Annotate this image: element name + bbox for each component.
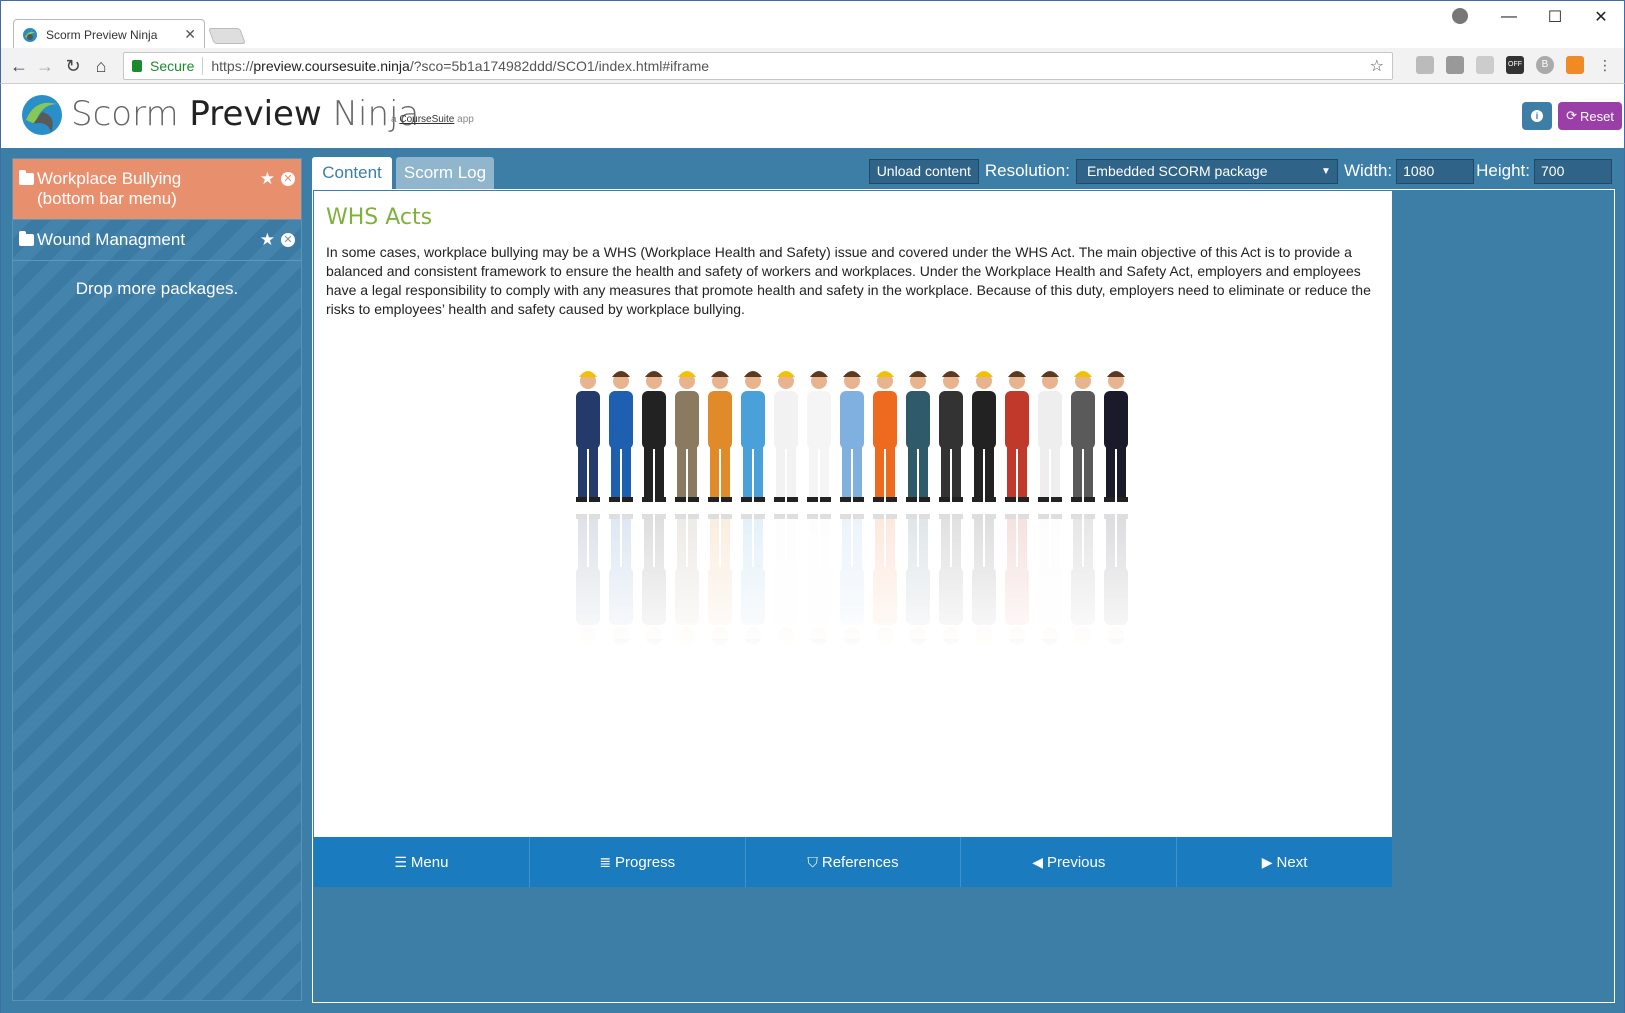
close-tab-icon[interactable]: ✕ xyxy=(184,26,196,43)
resolution-value: Embedded SCORM package xyxy=(1086,163,1268,179)
new-tab-button[interactable] xyxy=(208,28,246,44)
references-button[interactable]: ⛉ References xyxy=(746,837,962,887)
app-header: Scorm Preview Ninja a CourseSuite app i … xyxy=(0,84,1625,148)
next-button[interactable]: ▶ Next xyxy=(1177,837,1392,887)
previous-label: Previous xyxy=(1047,853,1106,871)
url-host: preview.coursesuite.ninja xyxy=(253,58,410,74)
package-item-wound-managment[interactable]: Wound Managment ★ ✕ xyxy=(13,220,301,261)
sub-suffix: app xyxy=(457,114,474,125)
brand-preview: Preview xyxy=(189,94,322,134)
tags-icon: ⛉ xyxy=(807,853,818,870)
ninja-logo-icon xyxy=(23,27,37,42)
minimize-icon[interactable]: — xyxy=(1486,8,1532,26)
url-prefix: https:// xyxy=(211,58,254,74)
lesson-title: WHS Acts xyxy=(326,205,433,230)
lock-icon xyxy=(132,60,142,72)
resolution-select[interactable]: Embedded SCORM package ▼ xyxy=(1075,158,1338,184)
account-icon[interactable] xyxy=(1452,8,1468,24)
dropdown-arrow-icon: ▼ xyxy=(1321,165,1331,177)
package-label: Workplace Bullying (bottom bar menu) xyxy=(37,169,182,208)
unload-content-button[interactable]: Unload content xyxy=(868,158,979,184)
app-logo-icon xyxy=(22,95,62,135)
app-title: Scorm Preview Ninja xyxy=(71,94,419,134)
back-icon[interactable]: ← xyxy=(7,54,31,78)
menu-button[interactable]: ☰ Menu xyxy=(314,837,530,887)
remove-icon[interactable]: ✕ xyxy=(281,233,295,247)
home-icon[interactable]: ⌂ xyxy=(89,54,113,78)
forward-icon[interactable]: → xyxy=(33,54,57,78)
workers-group-image xyxy=(564,371,1144,663)
menu-kebab-icon[interactable]: ⋮ xyxy=(1596,56,1614,74)
progress-label: Progress xyxy=(615,853,676,871)
bookmark-star-icon[interactable]: ☆ xyxy=(1370,56,1384,76)
off-extension-icon[interactable]: OFF xyxy=(1506,56,1524,74)
maximize-icon[interactable]: ☐ xyxy=(1532,7,1578,27)
workspace: Workplace Bullying (bottom bar menu) ★ ✕… xyxy=(0,148,1625,1013)
sub-prefix: a xyxy=(391,114,397,125)
close-window-icon[interactable]: ✕ xyxy=(1578,7,1624,27)
secure-label: Secure xyxy=(150,58,195,74)
resolution-controls: Unload content Resolution: Embedded SCOR… xyxy=(868,157,1612,185)
list-icon: ☰ xyxy=(394,853,407,870)
browser-toolbar: ← → ↻ ⌂ Secure https://preview.coursesui… xyxy=(0,48,1625,84)
package-label: Wound Managment xyxy=(37,230,186,249)
arrow-circle-left-icon: ◀ xyxy=(1032,853,1043,870)
reload-icon[interactable]: ↻ xyxy=(61,54,85,78)
width-label: Width: xyxy=(1343,161,1393,180)
folder-icon xyxy=(19,231,34,246)
reset-label: Reset xyxy=(1579,108,1614,124)
package-item-workplace-bullying[interactable]: Workplace Bullying (bottom bar menu) ★ ✕ xyxy=(13,159,301,220)
menu-label: Menu xyxy=(410,853,449,871)
lesson-body: In some cases, workplace bullying may be… xyxy=(326,244,1371,317)
browser-tab[interactable]: Scorm Preview Ninja ✕ xyxy=(13,19,205,49)
resolution-label: Resolution: xyxy=(984,161,1070,180)
cloud-extension-icon[interactable] xyxy=(1476,56,1494,74)
tab-content[interactable]: Content xyxy=(312,157,392,189)
remove-icon[interactable]: ✕ xyxy=(281,172,295,186)
reset-button[interactable]: ⟳ Reset xyxy=(1558,102,1622,130)
drive-extension-icon[interactable] xyxy=(1416,56,1434,74)
coursesuite-link[interactable]: CourseSuite xyxy=(399,114,454,125)
package-sidebar: Workplace Bullying (bottom bar menu) ★ ✕… xyxy=(12,158,302,1001)
info-icon: i xyxy=(1531,110,1543,122)
tasks-icon: ≣ xyxy=(599,853,612,870)
previous-button[interactable]: ◀ Previous xyxy=(961,837,1178,887)
refresh-icon: ⟳ xyxy=(1566,108,1577,123)
info-button[interactable]: i xyxy=(1522,102,1552,130)
drop-zone-text[interactable]: Drop more packages. xyxy=(13,279,301,299)
references-label: References xyxy=(821,853,899,871)
rss-extension-icon[interactable] xyxy=(1566,56,1584,74)
brand-scorm: Scorm xyxy=(71,94,179,134)
star-icon[interactable]: ★ xyxy=(260,230,275,250)
star-icon[interactable]: ★ xyxy=(260,169,275,189)
scorm-content: WHS Acts In some cases, workplace bullyi… xyxy=(314,191,1392,887)
folder-icon xyxy=(19,170,34,185)
height-label: Height: xyxy=(1476,161,1530,180)
b-extension-icon[interactable]: B xyxy=(1536,56,1554,74)
arrow-circle-right-icon: ▶ xyxy=(1261,853,1273,870)
address-bar[interactable]: Secure https://preview.coursesuite.ninja… xyxy=(123,52,1393,80)
progress-button[interactable]: ≣ Progress xyxy=(530,837,746,887)
brand-subtitle: a CourseSuite app xyxy=(391,114,474,125)
url-text: https://preview.coursesuite.ninja/?sco=5… xyxy=(211,58,709,74)
tab-title: Scorm Preview Ninja xyxy=(46,27,158,42)
height-input[interactable]: 700 xyxy=(1534,158,1612,184)
camera-extension-icon[interactable] xyxy=(1446,56,1464,74)
url-path: /?sco=5b1a174982ddd/SCO1/index.html#ifra… xyxy=(409,58,710,74)
course-bottom-bar: ☰ Menu ≣ Progress ⛉ References ◀ Previous ▶ N… xyxy=(314,837,1392,887)
width-input[interactable]: 1080 xyxy=(1396,158,1475,184)
tab-scorm-log[interactable]: Scorm Log xyxy=(396,157,494,189)
browser-titlebar: Scorm Preview Ninja ✕ — ☐ ✕ xyxy=(0,0,1625,50)
next-label: Next xyxy=(1276,853,1308,871)
